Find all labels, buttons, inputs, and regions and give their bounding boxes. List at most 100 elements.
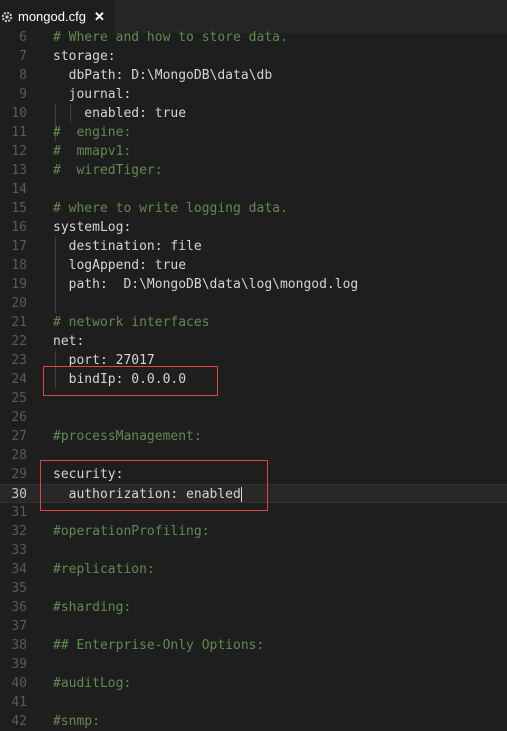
code-line[interactable]: 19 path: D:\MongoDB\data\log\mongod.log [0,275,507,294]
code-line[interactable]: 25 [0,389,507,408]
comment-text: # mmapv1: [53,144,132,159]
close-icon[interactable]: ✕ [94,9,105,25]
code-line[interactable]: 42 #snmp: [0,712,507,731]
line-number: 21 [11,315,27,330]
line-number: 14 [11,182,27,197]
line-number: 6 [19,30,27,45]
comment-text: #processManagement: [53,429,202,444]
comment-text: # network interfaces [53,315,210,330]
code-line[interactable]: 23 port: 27017 [0,351,507,370]
line-number: 22 [11,334,27,349]
line-number: 37 [11,619,27,634]
code-line[interactable]: 7 storage: [0,47,507,66]
comment-text: # engine: [53,125,132,140]
line-number: 8 [19,68,27,83]
code-line[interactable]: 14 [0,180,507,199]
code-line[interactable]: 26 [0,408,507,427]
code-line[interactable]: 18 logAppend: true [0,256,507,275]
line-number: 29 [11,467,27,482]
line-number: 19 [11,277,27,292]
comment-text: # where to write logging data. [53,201,288,216]
code-line[interactable]: 10 enabled: true [0,104,507,123]
comment-text: ## Enterprise-Only Options: [53,638,265,653]
code-editor[interactable]: 6 # Where and how to store data. 7 storage:… [0,28,507,729]
tab-title: mongod.cfg [18,9,86,24]
line-number: 11 [11,125,27,140]
code-line[interactable]: 22 net: [0,332,507,351]
line-number: 9 [19,87,27,102]
line-number: 23 [11,353,27,368]
code-line[interactable]: 15 # where to write logging data. [0,199,507,218]
code-line[interactable]: 20 [0,294,507,313]
comment-text: # wiredTiger: [53,163,163,178]
code-text: storage: [53,49,116,64]
code-line[interactable]: 6 # Where and how to store data. [0,28,507,47]
line-number: 15 [11,201,27,216]
code-line[interactable]: 41 [0,693,507,712]
line-number: 12 [11,144,27,159]
line-number: 10 [11,106,27,121]
code-line[interactable]: 38 ## Enterprise-Only Options: [0,636,507,655]
line-number: 28 [11,448,27,463]
code-line[interactable]: 32 #operationProfiling: [0,522,507,541]
line-number: 40 [11,676,27,691]
line-number: 27 [11,429,27,444]
line-number: 20 [11,296,27,311]
line-number: 32 [11,524,27,539]
code-line[interactable]: 31 [0,503,507,522]
code-line[interactable]: 21 # network interfaces [0,313,507,332]
code-line[interactable]: 34 #replication: [0,560,507,579]
code-text: bindIp: 0.0.0.0 [53,372,187,387]
line-number: 42 [11,714,27,729]
code-text: path: D:\MongoDB\data\log\mongod.log [53,277,359,292]
comment-text: #replication: [53,562,155,577]
code-line[interactable]: 17 destination: file [0,237,507,256]
code-text: net: [53,334,85,349]
line-number: 36 [11,600,27,615]
code-line[interactable]: 12 # mmapv1: [0,142,507,161]
code-line[interactable]: 40 #auditLog: [0,674,507,693]
line-number: 13 [11,163,27,178]
code-text: destination: file [53,239,202,254]
line-number: 16 [11,220,27,235]
comment-text: # Where and how to store data. [53,30,288,45]
code-line[interactable]: 36 #sharding: [0,598,507,617]
comment-text: #auditLog: [53,676,132,691]
code-text: enabled: true [53,106,187,121]
line-number: 30 [11,487,27,502]
line-number: 39 [11,657,27,672]
line-number: 35 [11,581,27,596]
code-line[interactable]: 9 journal: [0,85,507,104]
code-line[interactable]: 35 [0,579,507,598]
code-line[interactable]: 39 [0,655,507,674]
code-text: logAppend: true [53,258,187,273]
line-number: 24 [11,372,27,387]
text-cursor [240,487,242,502]
code-text: dbPath: D:\MongoDB\data\db [53,68,273,83]
code-line[interactable]: 24 bindIp: 0.0.0.0 [0,370,507,389]
line-number: 34 [11,562,27,577]
code-line[interactable]: 27 #processManagement: [0,427,507,446]
code-line[interactable]: 37 [0,617,507,636]
comment-text: #operationProfiling: [53,524,210,539]
code-line[interactable]: 16 systemLog: [0,218,507,237]
code-text: security: [53,467,124,482]
code-line[interactable]: 11 # engine: [0,123,507,142]
code-line[interactable]: 28 [0,446,507,465]
code-line[interactable]: 30 authorization: enabled [0,484,507,503]
line-number: 38 [11,638,27,653]
code-line[interactable]: 29 security: [0,465,507,484]
code-text: systemLog: [53,220,132,235]
line-number: 31 [11,505,27,520]
line-number: 17 [11,239,27,254]
code-line[interactable]: 33 [0,541,507,560]
code-line[interactable]: 8 dbPath: D:\MongoDB\data\db [0,66,507,85]
code-line[interactable]: 13 # wiredTiger: [0,161,507,180]
line-number: 25 [11,391,27,406]
line-number: 41 [11,695,27,710]
line-number: 33 [11,543,27,558]
gear-icon [0,10,14,24]
code-text: journal: [53,87,132,102]
comment-text: #snmp: [53,714,100,729]
code-text: authorization: enabled [53,487,242,502]
